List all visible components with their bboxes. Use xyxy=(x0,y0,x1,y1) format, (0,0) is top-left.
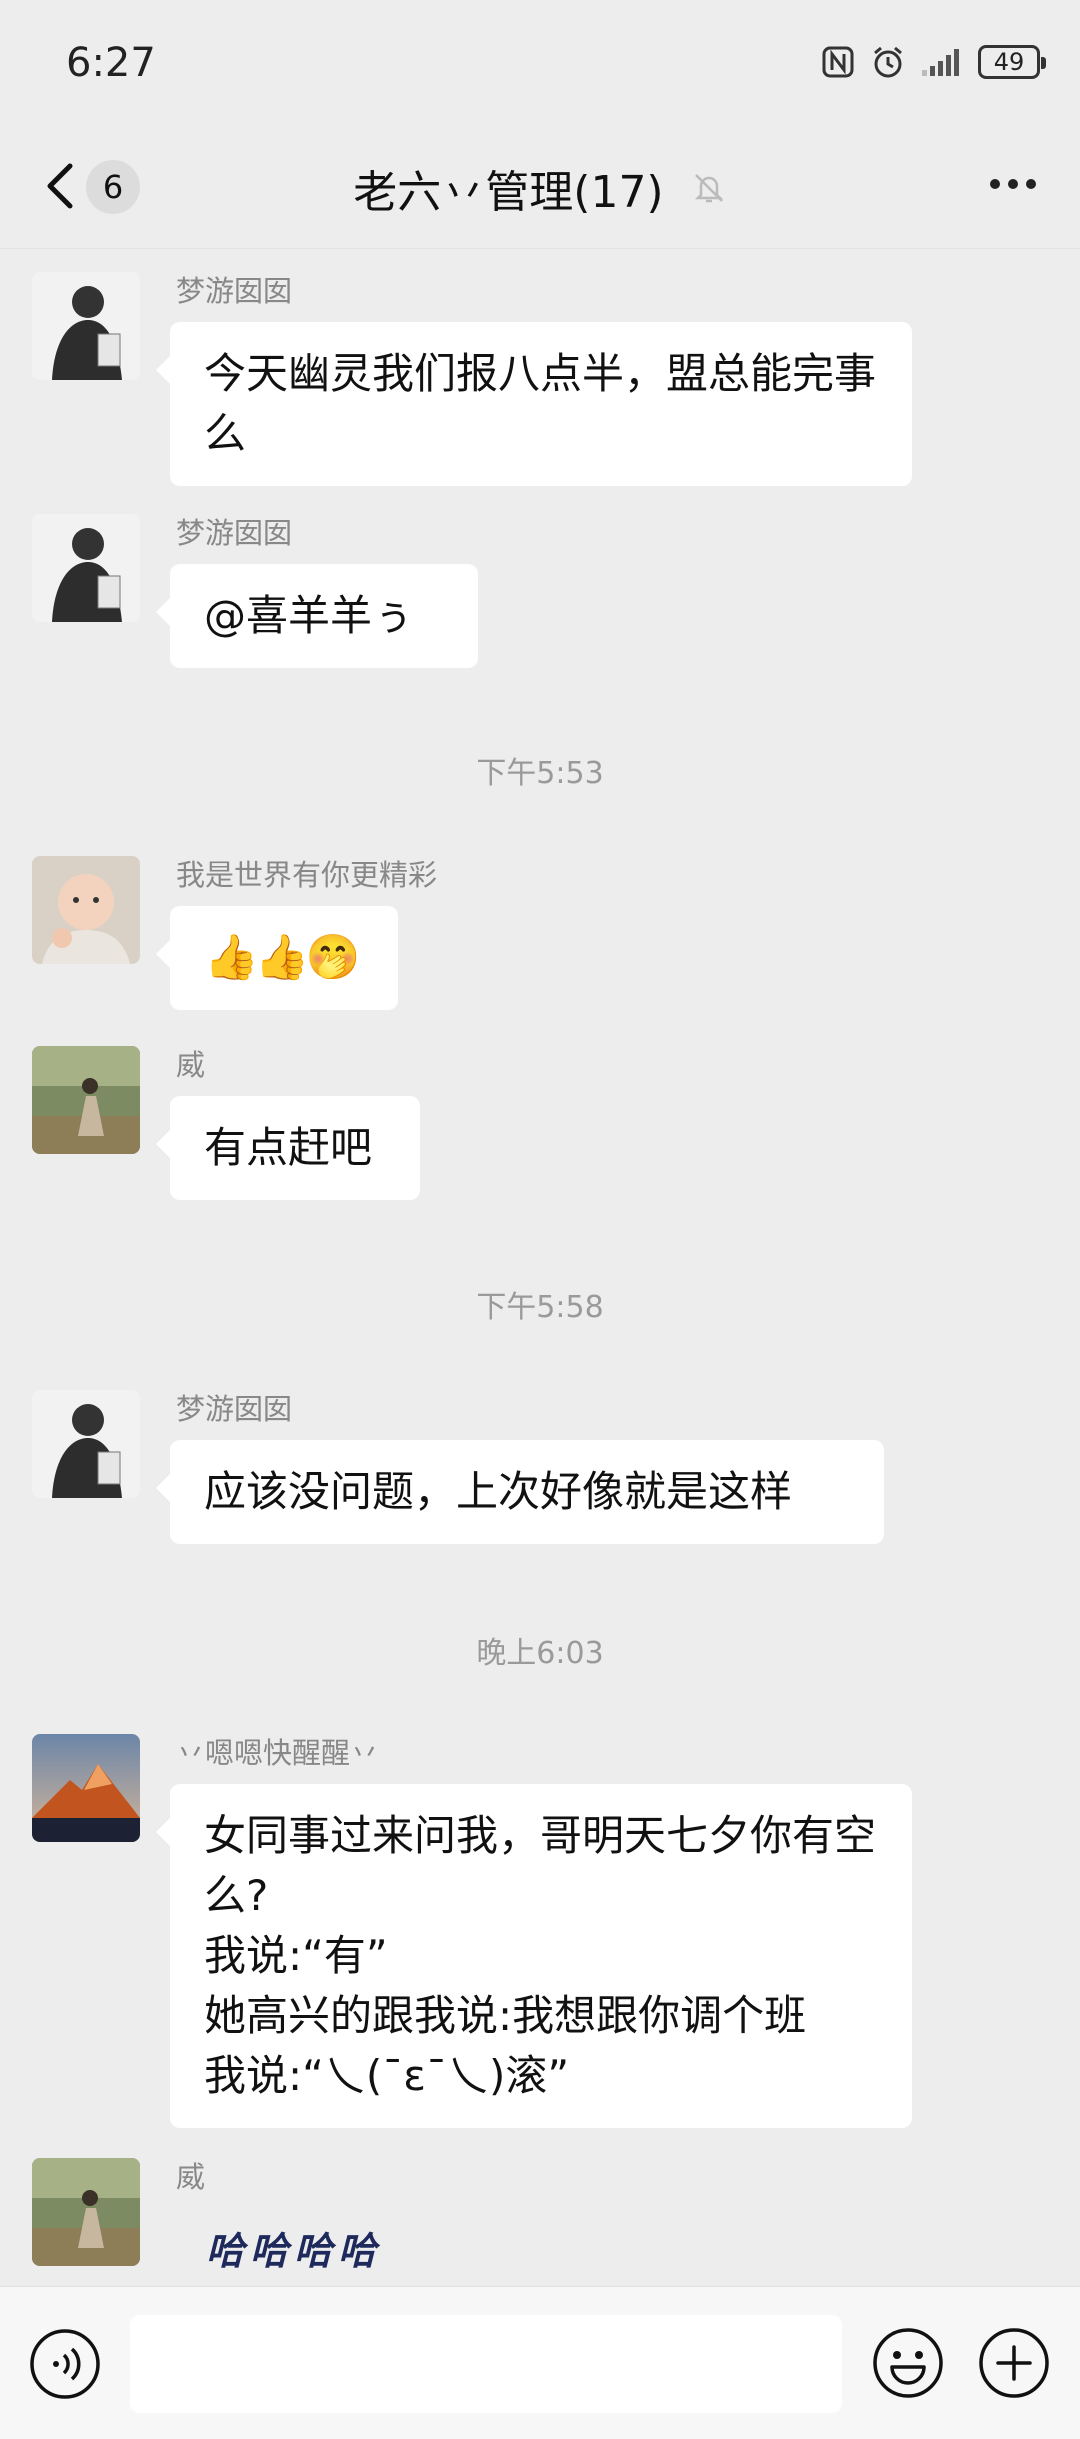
message-bubble[interactable]: 有点赶吧 xyxy=(156,1096,420,1200)
sender-name: 威 xyxy=(176,2160,206,2194)
sender-name: 威 xyxy=(176,1048,206,1082)
voice-input-icon[interactable] xyxy=(28,2327,102,2401)
avatar[interactable] xyxy=(32,2158,140,2266)
avatar[interactable] xyxy=(32,272,140,380)
timestamp: 下午5:58 xyxy=(476,1290,604,1325)
avatar[interactable] xyxy=(32,514,140,622)
signal-icon xyxy=(922,49,959,76)
message-bubble[interactable]: 👍👍🤭 xyxy=(156,906,398,1010)
sender-name: 我是世界有你更精彩 xyxy=(176,858,438,892)
status-time: 6:27 xyxy=(66,40,156,86)
avatar[interactable] xyxy=(32,1390,140,1498)
thumbs-up-emoji: 👍 xyxy=(204,932,259,983)
alarm-icon xyxy=(874,46,902,78)
status-bar: 6:27 49 xyxy=(0,0,1080,130)
chat-title[interactable]: 老六丷管理(17) xyxy=(353,167,663,218)
smirk-emoji: 🤭 xyxy=(305,932,361,983)
message-input[interactable] xyxy=(130,2315,842,2413)
avatar[interactable] xyxy=(32,856,140,964)
plus-icon[interactable] xyxy=(976,2325,1052,2401)
header-divider xyxy=(0,248,1080,249)
haha-sticker[interactable]: 哈哈哈哈 xyxy=(206,2220,446,2290)
message-bubble[interactable]: 今天幽灵我们报八点半，盟总能完事么 xyxy=(156,322,912,486)
avatar[interactable] xyxy=(32,1734,140,1842)
message-bubble[interactable]: @喜羊羊ぅ xyxy=(156,564,478,668)
sender-name: 丷嗯嗯快醒醒丷 xyxy=(176,1736,380,1770)
timestamp: 晚上6:03 xyxy=(476,1636,604,1671)
status-icons: 49 xyxy=(820,44,1046,80)
message-bubble[interactable]: 女同事过来问我，哥明天七夕你有空么? 我说:“有” 她高兴的跟我说:我想跟你调个… xyxy=(156,1784,912,2128)
thumbs-up-emoji: 👍 xyxy=(254,932,310,983)
avatar[interactable] xyxy=(32,1046,140,1154)
sender-name: 梦游囡囡 xyxy=(176,274,293,308)
more-options-icon[interactable] xyxy=(990,174,1046,194)
chat-header: 6 老六丷管理(17) xyxy=(0,130,1080,250)
title-wrap: 老六丷管理(17) xyxy=(0,156,1080,220)
nfc-icon xyxy=(822,46,854,78)
sender-name: 梦游囡囡 xyxy=(176,1392,293,1426)
timestamp: 下午5:53 xyxy=(476,756,604,791)
message-bubble[interactable]: 应该没问题，上次好像就是这样 xyxy=(156,1440,884,1544)
emoji-icon[interactable] xyxy=(870,2325,946,2401)
battery-indicator: 49 xyxy=(978,45,1046,79)
mute-bell-icon xyxy=(694,174,723,203)
input-bar xyxy=(0,2286,1080,2439)
sender-name: 梦游囡囡 xyxy=(176,516,293,550)
